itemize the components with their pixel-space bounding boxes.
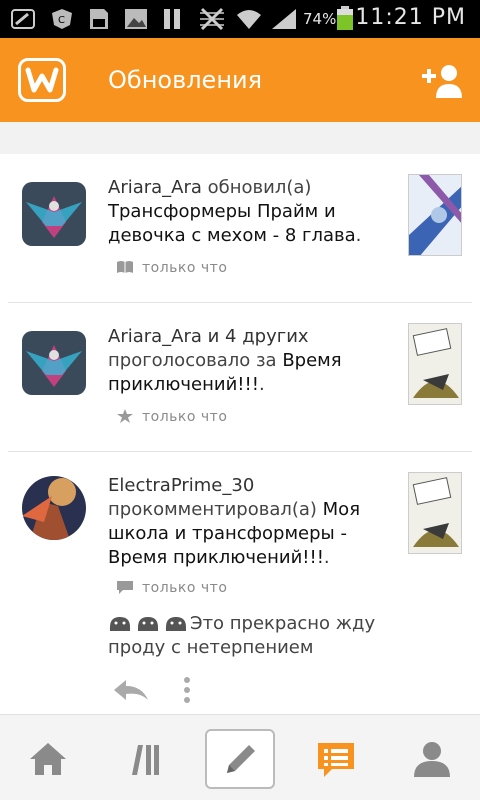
username-link[interactable]: Ariara_Ara и 4 других — [108, 326, 309, 347]
feed-top-spacer — [0, 122, 480, 154]
updates-feed[interactable]: Ariara_Ara обновил(а) Трансформеры Прайм… — [0, 154, 480, 714]
app-bar: Обновления — [0, 38, 480, 122]
nav-profile[interactable] — [400, 731, 464, 787]
page-title: Обновления — [108, 66, 263, 94]
library-icon — [132, 745, 159, 775]
shield-icon: C — [52, 9, 72, 29]
list-item[interactable]: ElectraPrime_30 прокомментировал(а) Моя ш… — [0, 452, 480, 714]
update-text: Ariara_Ara обновил(а) Трансформеры Прайм… — [108, 177, 362, 246]
svg-text:C: C — [58, 15, 65, 26]
wattpad-logo-icon[interactable] — [18, 58, 66, 102]
update-text: Ariara_Ara и 4 других проголосовало за Вр… — [108, 326, 342, 395]
status-bar: C 74% 11:21 PM — [0, 0, 480, 38]
android-emoji-icon — [110, 617, 186, 631]
comment-icon — [117, 581, 133, 594]
wifi-icon — [237, 10, 261, 29]
avatar[interactable] — [22, 476, 86, 540]
timestamp-row: только что — [116, 409, 227, 425]
avatar[interactable] — [22, 331, 86, 395]
clock: 11:21 PM — [355, 5, 466, 30]
comment-text: Это прекрасно жду проду с нетерпением — [108, 613, 376, 658]
signal-icon — [272, 9, 296, 29]
gallery-icon — [125, 9, 147, 29]
cleaner-icon — [11, 9, 35, 29]
username-link[interactable]: ElectraPrime_30 — [108, 475, 254, 496]
battery-icon — [337, 6, 353, 30]
timestamp: только что — [142, 260, 228, 276]
add-user-icon[interactable] — [420, 62, 464, 100]
action-text: проголосовало за — [108, 350, 283, 371]
list-item[interactable]: Ariara_Ara обновил(а) Трансформеры Прайм… — [0, 154, 480, 303]
battery-percent: 74% — [303, 10, 337, 28]
bottom-navigation — [0, 714, 480, 800]
no-signal-icon — [200, 7, 224, 31]
reply-icon[interactable] — [112, 678, 152, 702]
timestamp-row: только что — [116, 260, 227, 276]
action-text: прокомментировал(а) — [108, 499, 323, 520]
story-cover[interactable] — [408, 323, 462, 405]
timestamp-row: только что — [116, 580, 227, 596]
more-options-icon[interactable] — [182, 676, 192, 704]
updates-icon — [318, 743, 354, 777]
sd-card-icon — [90, 9, 108, 29]
avatar[interactable] — [22, 182, 86, 246]
timestamp: только что — [142, 580, 228, 596]
nav-updates[interactable] — [304, 731, 368, 787]
star-icon — [117, 409, 133, 423]
action-text: обновил(а) — [201, 177, 312, 198]
timestamp: только что — [142, 409, 228, 425]
book-icon — [117, 261, 133, 273]
home-icon — [30, 743, 66, 775]
profile-icon — [414, 742, 450, 777]
pause-icon — [164, 9, 180, 29]
nav-home[interactable] — [16, 731, 80, 787]
list-item[interactable]: Ariara_Ara и 4 других проголосовало за Вр… — [0, 303, 480, 452]
story-cover[interactable] — [408, 174, 462, 256]
nav-write[interactable] — [205, 729, 275, 789]
nav-library[interactable] — [112, 731, 176, 787]
story-cover[interactable] — [408, 472, 462, 554]
write-icon — [227, 745, 255, 773]
update-text: ElectraPrime_30 прокомментировал(а) Моя ш… — [108, 475, 361, 568]
story-link[interactable]: Трансформеры Прайм и девочка с мехом - 8… — [108, 201, 356, 246]
username-link[interactable]: Ariara_Ara — [108, 177, 202, 198]
